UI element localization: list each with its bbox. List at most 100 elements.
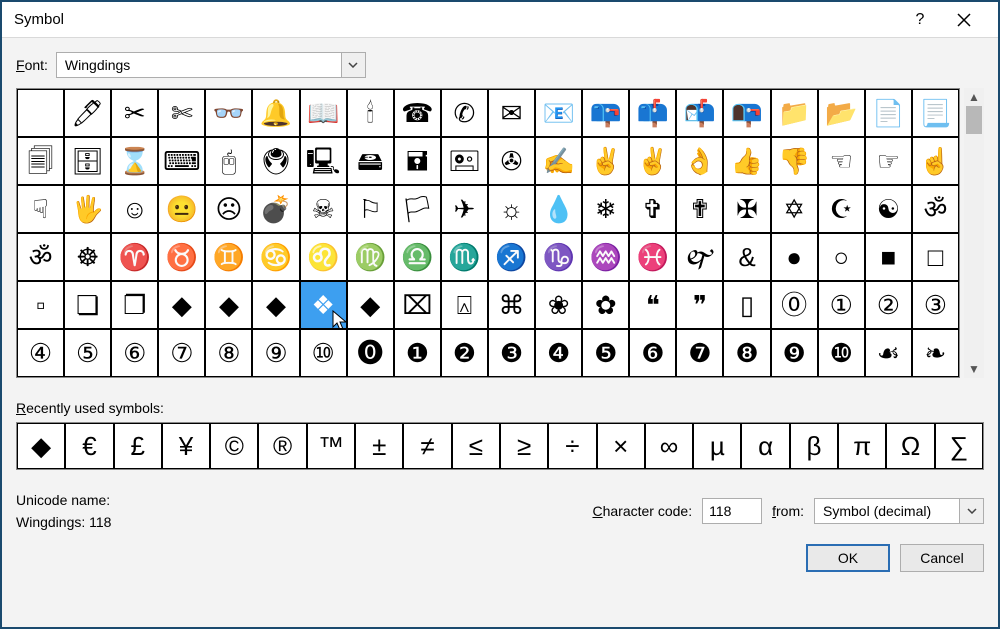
symbol-cell[interactable]: ♓ bbox=[629, 233, 676, 281]
symbol-cell[interactable]: ❏ bbox=[64, 281, 111, 329]
symbol-cell[interactable]: 👓 bbox=[205, 89, 252, 137]
symbol-cell[interactable]: ❶ bbox=[394, 329, 441, 377]
symbol-cell[interactable]: 📬 bbox=[676, 89, 723, 137]
symbol-cell[interactable]: ✈ bbox=[441, 185, 488, 233]
symbol-cell[interactable]: ③ bbox=[912, 281, 959, 329]
symbol-cell[interactable]: ☹ bbox=[205, 185, 252, 233]
symbol-cell[interactable]: ⑧ bbox=[205, 329, 252, 377]
symbol-cell[interactable]: ♏ bbox=[441, 233, 488, 281]
recent-cell[interactable]: µ bbox=[693, 423, 741, 469]
recent-cell[interactable]: ¥ bbox=[162, 423, 210, 469]
symbol-cell[interactable]: 📭 bbox=[723, 89, 770, 137]
symbol-cell[interactable]: ♒ bbox=[582, 233, 629, 281]
symbol-cell[interactable]: ■ bbox=[865, 233, 912, 281]
symbol-cell[interactable]: 🖴 bbox=[347, 137, 394, 185]
scroll-thumb[interactable] bbox=[966, 106, 982, 134]
symbol-cell[interactable]: ① bbox=[818, 281, 865, 329]
recent-cell[interactable]: ◆ bbox=[17, 423, 65, 469]
symbol-cell[interactable]: ❧ bbox=[912, 329, 959, 377]
symbol-cell[interactable]: ☜ bbox=[818, 137, 865, 185]
from-combo[interactable]: Symbol (decimal) bbox=[814, 498, 984, 524]
symbol-cell[interactable]: 🖲 bbox=[252, 137, 299, 185]
symbol-cell[interactable]: ⍓ bbox=[441, 281, 488, 329]
symbol-cell[interactable]: ☟ bbox=[17, 185, 64, 233]
symbol-cell[interactable]: ⑥ bbox=[111, 329, 158, 377]
grid-scrollbar[interactable]: ▲ ▼ bbox=[964, 88, 984, 378]
symbol-cell[interactable]: ☪ bbox=[818, 185, 865, 233]
recent-cell[interactable]: ™ bbox=[307, 423, 355, 469]
symbol-cell[interactable]: ✍ bbox=[535, 137, 582, 185]
symbol-cell[interactable]: ☼ bbox=[488, 185, 535, 233]
symbol-cell[interactable]: ⑦ bbox=[158, 329, 205, 377]
symbol-cell[interactable]: ● bbox=[771, 233, 818, 281]
recent-cell[interactable]: Ω bbox=[886, 423, 934, 469]
symbol-cell[interactable]: ❹ bbox=[535, 329, 582, 377]
cancel-button[interactable]: Cancel bbox=[900, 544, 984, 572]
symbol-cell[interactable]: ♐ bbox=[488, 233, 535, 281]
symbol-cell[interactable]: ☸ bbox=[64, 233, 111, 281]
symbol-cell[interactable]: ॐ bbox=[17, 233, 64, 281]
symbol-cell[interactable]: ⌛ bbox=[111, 137, 158, 185]
recent-cell[interactable]: ® bbox=[258, 423, 306, 469]
symbol-cell[interactable]: 📄 bbox=[865, 89, 912, 137]
symbol-cell[interactable]: 📂 bbox=[818, 89, 865, 137]
symbol-cell[interactable]: ✟ bbox=[676, 185, 723, 233]
symbol-cell[interactable]: 🖊 bbox=[64, 89, 111, 137]
recent-cell[interactable]: ÷ bbox=[548, 423, 596, 469]
font-combo[interactable]: Wingdings bbox=[56, 52, 366, 78]
symbol-grid[interactable]: 🖊✂✄👓🔔📖🕯☎✆✉📧📪📫📬📭📁📂📄📃🗐🗄⌛⌨🖰🖲🖳🖴🖬🖭✇✍✌✌👌👍👎☜☞☝☟… bbox=[16, 88, 960, 378]
symbol-cell[interactable]: 💧 bbox=[535, 185, 582, 233]
symbol-cell[interactable]: ◆ bbox=[158, 281, 205, 329]
symbol-cell[interactable]: ✿ bbox=[582, 281, 629, 329]
symbol-cell[interactable]: ☝ bbox=[912, 137, 959, 185]
symbol-cell[interactable]: ② bbox=[865, 281, 912, 329]
symbol-cell[interactable]: ✉ bbox=[488, 89, 535, 137]
symbol-cell[interactable]: 🗄 bbox=[64, 137, 111, 185]
symbol-cell[interactable]: ❞ bbox=[676, 281, 723, 329]
char-code-input[interactable] bbox=[702, 498, 762, 524]
scroll-track[interactable] bbox=[964, 106, 984, 360]
recent-cell[interactable]: € bbox=[65, 423, 113, 469]
symbol-cell[interactable]: ♎ bbox=[394, 233, 441, 281]
symbol-cell[interactable]: ✆ bbox=[441, 89, 488, 137]
symbol-cell[interactable]: 👍 bbox=[723, 137, 770, 185]
symbol-cell[interactable]: ○ bbox=[818, 233, 865, 281]
symbol-cell[interactable]: ❻ bbox=[629, 329, 676, 377]
symbol-cell[interactable]: ◆ bbox=[347, 281, 394, 329]
symbol-cell[interactable]: ✇ bbox=[488, 137, 535, 185]
symbol-cell[interactable]: ⑤ bbox=[64, 329, 111, 377]
symbol-cell[interactable]: ⓿ bbox=[347, 329, 394, 377]
symbol-cell[interactable]: 👎 bbox=[771, 137, 818, 185]
symbol-cell[interactable]: ♍ bbox=[347, 233, 394, 281]
symbol-cell[interactable]: ❝ bbox=[629, 281, 676, 329]
symbol-cell[interactable]: 📫 bbox=[629, 89, 676, 137]
symbol-cell[interactable]: ☠ bbox=[300, 185, 347, 233]
symbol-cell[interactable]: 🏳 bbox=[394, 185, 441, 233]
symbol-cell[interactable]: ▯ bbox=[723, 281, 770, 329]
recent-cell[interactable]: £ bbox=[114, 423, 162, 469]
recent-cell[interactable]: © bbox=[210, 423, 258, 469]
symbol-cell[interactable]: ❺ bbox=[582, 329, 629, 377]
symbol-cell[interactable]: ❼ bbox=[676, 329, 723, 377]
recent-cell[interactable]: ∑ bbox=[935, 423, 983, 469]
recent-cell[interactable]: ≥ bbox=[500, 423, 548, 469]
symbol-cell[interactable]: 🕯 bbox=[347, 89, 394, 137]
symbol-cell[interactable]: ❀ bbox=[535, 281, 582, 329]
symbol-cell[interactable]: ❖ bbox=[300, 281, 347, 329]
recent-cell[interactable]: ≠ bbox=[403, 423, 451, 469]
scroll-up-arrow[interactable]: ▲ bbox=[964, 88, 984, 106]
font-combo-button[interactable] bbox=[341, 53, 365, 77]
from-combo-button[interactable] bbox=[959, 499, 983, 523]
symbol-cell[interactable]: ⌧ bbox=[394, 281, 441, 329]
symbol-cell[interactable]: ♈ bbox=[111, 233, 158, 281]
symbol-cell[interactable]: 👌 bbox=[676, 137, 723, 185]
symbol-cell[interactable]: ☺ bbox=[111, 185, 158, 233]
symbol-cell[interactable]: ♌ bbox=[300, 233, 347, 281]
symbol-cell[interactable]: ♋ bbox=[252, 233, 299, 281]
symbol-cell[interactable]: ✠ bbox=[723, 185, 770, 233]
symbol-cell[interactable]: ❿ bbox=[818, 329, 865, 377]
recent-cell[interactable]: β bbox=[790, 423, 838, 469]
symbol-cell[interactable]: ❸ bbox=[488, 329, 535, 377]
symbol-cell[interactable]: ☞ bbox=[865, 137, 912, 185]
symbol-cell[interactable]: ☙ bbox=[865, 329, 912, 377]
